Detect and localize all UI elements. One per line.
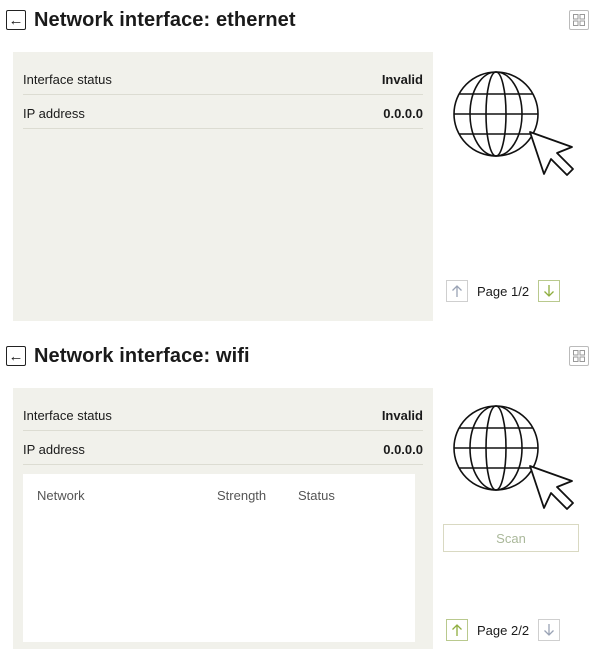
ip-address-value: 0.0.0.0 xyxy=(383,105,423,121)
page-down-button[interactable] xyxy=(538,619,561,641)
info-panel: Interface status Invalid IP address 0.0.… xyxy=(13,52,433,321)
column-header-status: Status xyxy=(298,488,335,503)
grid-icon xyxy=(573,350,585,362)
page-title: Network interface: wifi xyxy=(34,344,250,367)
interface-status-value: Invalid xyxy=(381,407,423,423)
interface-status-row: Interface status Invalid xyxy=(23,400,423,431)
page-indicator: Page 2/2 xyxy=(477,622,530,638)
ip-address-value: 0.0.0.0 xyxy=(383,441,423,457)
arrow-up-icon xyxy=(452,624,462,636)
ip-address-label: IP address xyxy=(23,441,85,457)
arrow-left-icon: ← xyxy=(8,347,24,365)
scan-button[interactable]: Scan xyxy=(443,524,579,552)
ip-address-label: IP address xyxy=(23,105,85,121)
arrow-down-icon xyxy=(544,285,555,297)
wifi-section: ← Network interface: wifi Interface stat… xyxy=(0,336,593,654)
info-panel: Interface status Invalid IP address 0.0.… xyxy=(13,388,433,649)
arrow-up-icon xyxy=(452,285,462,297)
page-title: Network interface: ethernet xyxy=(34,8,296,31)
pager: Page 1/2 xyxy=(446,280,561,302)
page-up-button[interactable] xyxy=(446,619,468,641)
page-up-button[interactable] xyxy=(446,280,468,302)
interface-status-label: Interface status xyxy=(23,71,112,87)
ethernet-section: ← Network interface: ethernet Interface … xyxy=(0,0,593,322)
ethernet-header: ← Network interface: ethernet xyxy=(6,2,296,38)
arrow-left-icon: ← xyxy=(8,11,24,29)
column-header-strength: Strength xyxy=(217,488,267,503)
wifi-header: ← Network interface: wifi xyxy=(6,338,250,374)
ip-address-row: IP address 0.0.0.0 xyxy=(23,434,423,465)
column-header-network: Network xyxy=(37,488,85,503)
interface-status-row: Interface status Invalid xyxy=(23,64,423,95)
grid-menu-button[interactable] xyxy=(569,10,589,30)
globe-cursor-icon xyxy=(453,405,574,510)
back-button[interactable]: ← xyxy=(6,346,26,366)
pager: Page 2/2 xyxy=(446,619,561,641)
grid-icon xyxy=(573,14,585,26)
grid-menu-button[interactable] xyxy=(569,346,589,366)
ip-address-row: IP address 0.0.0.0 xyxy=(23,98,423,129)
arrow-down-icon xyxy=(544,624,555,636)
page-indicator: Page 1/2 xyxy=(477,283,530,299)
interface-status-label: Interface status xyxy=(23,407,112,423)
globe-cursor-icon xyxy=(453,71,574,176)
page-down-button[interactable] xyxy=(538,280,561,302)
back-button[interactable]: ← xyxy=(6,10,26,30)
network-table: Network Strength Status xyxy=(23,474,415,642)
interface-status-value: Invalid xyxy=(381,71,423,87)
